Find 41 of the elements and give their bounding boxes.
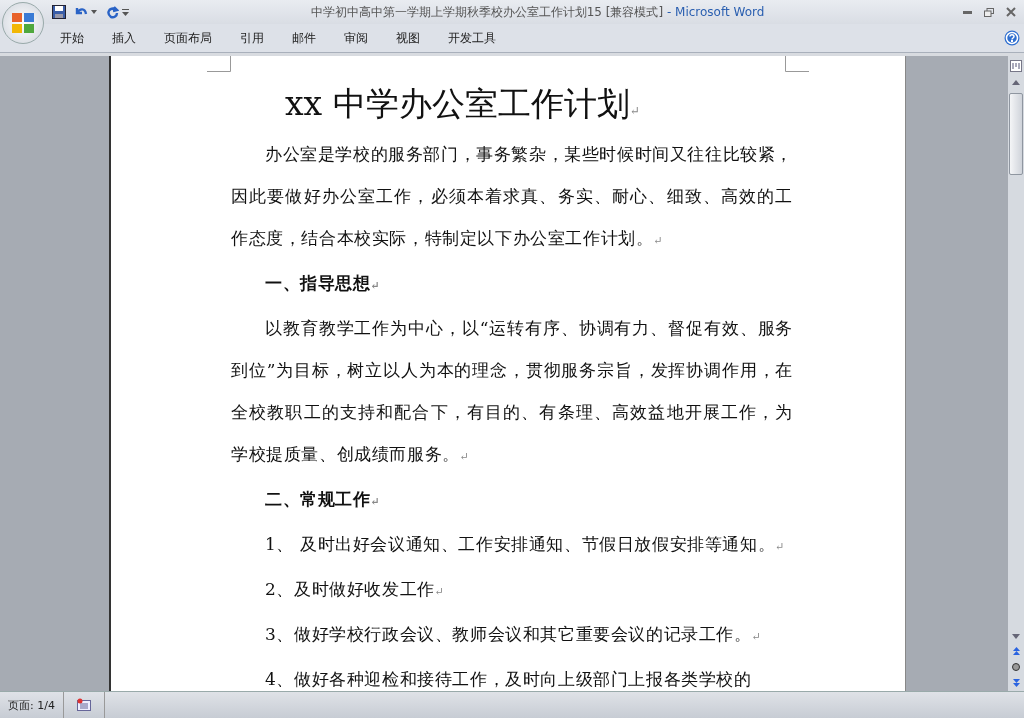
redo-icon[interactable] [105, 5, 119, 19]
paragraph-text: 2、及时做好收发工作↵ [265, 579, 445, 599]
ribbon-tab[interactable]: 页面布局 [150, 25, 226, 51]
ruler-icon[interactable] [1010, 60, 1022, 72]
logo-icon[interactable] [10, 10, 36, 36]
ribbon-tab[interactable]: 引用 [226, 25, 278, 51]
next-page-icon[interactable] [1012, 679, 1020, 687]
office-button[interactable] [2, 2, 44, 44]
caret-icon[interactable] [91, 10, 97, 14]
margin-mark [207, 56, 231, 72]
section-heading: 二、常规工作↵ [265, 489, 380, 509]
browse-object-icon[interactable] [1012, 663, 1020, 671]
save-icon[interactable] [52, 5, 66, 19]
ribbon-tab[interactable]: 开始 [46, 25, 98, 51]
paragraph-text: 办公室是学校的服务部门，事务繁杂，某些时候时间又往往比较紧，因此要做好办公室工作，必须本着求真、务实、耐心、细致、高效的工作态度，结合本校实际，特制定以下办公室工作计划。↵ [231, 144, 793, 248]
page-count[interactable]: 页面: 1/4 [0, 692, 64, 718]
paragraph-text: 3、做好学校行政会议、教师会议和其它重要会议的记录工作。↵ [265, 624, 761, 644]
close-icon[interactable] [1006, 7, 1016, 17]
paragraph-text: 以教育教学工作为中心，以“运转有序、协调有力、督促有效、服务到位”为目标，树立以人为本的理念，贯彻服务宗旨，发挥协调作用，在全校教职工的支持和配合下，有目的、有条理、高效益地开展工作，为学校提质量、创成绩而服务。↵ [231, 318, 793, 464]
paragraph-mark: ↵ [629, 104, 640, 118]
vertical-scrollbar[interactable] [1008, 56, 1024, 691]
window-title: 中学初中高中第一学期上学期秋季校办公室工作计划15 [兼容模式] - Microsoft Word [309, 3, 766, 21]
customize-icon[interactable] [122, 8, 129, 16]
minimize-icon[interactable] [963, 10, 972, 14]
help-icon[interactable] [1004, 30, 1020, 46]
previous-page-icon[interactable] [1012, 647, 1020, 655]
document-icon[interactable] [75, 698, 92, 712]
scrollbar-thumb[interactable] [1009, 93, 1023, 175]
restore-icon[interactable] [984, 7, 994, 17]
paragraph-text: 1、 及时出好会议通知、工作安排通知、节假日放假安排等通知。↵ [265, 534, 785, 554]
ribbon-tab[interactable]: 视图 [382, 25, 434, 51]
ribbon-tab[interactable]: 开发工具 [434, 25, 510, 51]
document-title: xx 中学办公室工作计划 [285, 84, 630, 123]
section-heading: 一、指导思想↵ [265, 273, 380, 293]
paragraph-text: 4、做好各种迎检和接待工作，及时向上级部门上报各类学校的 [265, 669, 752, 689]
up-arrow-icon[interactable] [1012, 80, 1020, 85]
down-arrow-icon[interactable] [1012, 634, 1020, 639]
ribbon-tab[interactable]: 插入 [98, 25, 150, 51]
margin-mark [785, 56, 809, 72]
ribbon-tab[interactable]: 邮件 [278, 25, 330, 51]
ribbon-tab[interactable]: 审阅 [330, 25, 382, 51]
